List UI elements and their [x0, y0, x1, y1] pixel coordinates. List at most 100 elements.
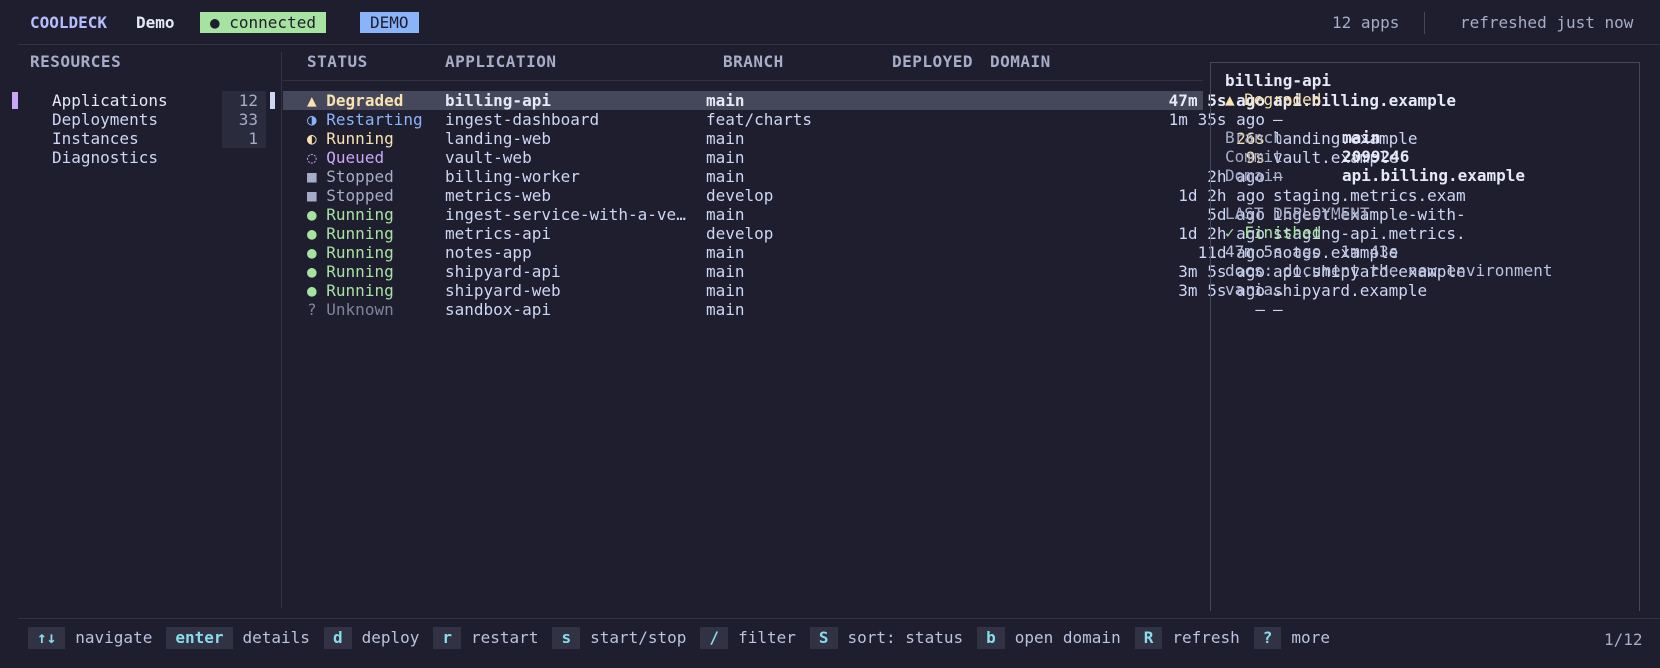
branch-value: main	[1342, 128, 1381, 147]
status-cell: ● Running	[307, 243, 447, 262]
column-deployed[interactable]: DEPLOYED	[892, 52, 973, 71]
application-name: vault-web	[445, 148, 532, 167]
sidebar-item-label: Diagnostics	[52, 148, 158, 167]
key-hint-key[interactable]: d	[323, 627, 352, 649]
sidebar-item-label: Applications	[52, 91, 168, 110]
domain-value[interactable]: api.billing.example	[1342, 166, 1525, 185]
detail-panel: billing-api ▲ Degraded Branch main Commi…	[1210, 62, 1640, 611]
status-label: Restarting	[326, 110, 423, 129]
application-name: shipyard-api	[445, 262, 561, 281]
last-deployment-header: LAST DEPLOYMENT	[1225, 204, 1370, 223]
commit-value: 2099246	[1342, 147, 1410, 166]
sidebar-header: RESOURCES	[30, 52, 122, 71]
sidebar-item-label: Instances	[52, 129, 139, 148]
sidebar-item-deployments[interactable]: Deployments 33	[0, 110, 266, 129]
table-row[interactable]: ◐ Running landing-web main 26s landing.examp…	[283, 129, 1418, 148]
refresh-status: refreshed just now	[1460, 13, 1634, 32]
key-hint-key[interactable]: S	[809, 627, 838, 649]
table-row[interactable]: ◑ Restarting ingest-dashboard feat/charts 1…	[283, 110, 1283, 129]
detail-title: billing-api	[1225, 71, 1331, 90]
deployed-time: 5d ago	[1207, 205, 1265, 224]
deployed-time: 3m 5s ago	[1178, 281, 1265, 300]
table-row[interactable]: ● Running metrics-api develop 1d 2h ago stag…	[283, 224, 1466, 243]
key-hint-description: details	[242, 628, 310, 647]
deployed-time: 3m 5s ago	[1178, 262, 1265, 281]
table-row[interactable]: ■ Stopped billing-worker main 2h ago –	[283, 167, 1283, 186]
detail-status: ▲ Degraded	[1225, 90, 1322, 109]
last-deployment-status: ✓ Finished	[1225, 223, 1322, 242]
status-label: Running	[326, 281, 394, 300]
key-hint-key[interactable]: r	[433, 627, 462, 649]
table-row[interactable]: ■ Stopped metrics-web develop 1d 2h ago stag…	[283, 186, 1466, 205]
top-divider	[18, 44, 1660, 45]
dot-icon: ●	[307, 224, 317, 243]
column-domain[interactable]: DOMAIN	[990, 52, 1051, 71]
status-cell: ? Unknown	[307, 300, 447, 319]
dotted-circle-icon: ◌	[307, 148, 317, 167]
key-hint-description: filter	[738, 628, 796, 647]
key-hint-description: navigate	[75, 628, 153, 647]
table-row[interactable]: ▲ Degraded billing-api main 47m 5s ago api.b…	[283, 91, 1456, 110]
status-cell: ● Running	[307, 224, 447, 243]
dot-icon: ●	[307, 262, 317, 281]
square-icon: ■	[307, 167, 317, 186]
sidebar-divider	[281, 52, 282, 608]
application-name: billing-worker	[445, 167, 580, 186]
status-label: Running	[326, 243, 394, 262]
sidebar-item-count: 33	[222, 110, 266, 129]
key-hint-key[interactable]: R	[1134, 627, 1163, 649]
application-name: ingest-service-with-a-ve…	[445, 205, 686, 224]
status-label: Running	[326, 205, 394, 224]
deployed-time: 26s	[1236, 129, 1265, 148]
key-hint-description: sort: status	[847, 628, 964, 647]
footer-divider	[18, 618, 1660, 619]
dot-icon: ●	[307, 281, 317, 300]
column-status[interactable]: STATUS	[307, 52, 368, 71]
key-hint-key[interactable]: ↑↓	[28, 627, 66, 649]
status-cell: ▲ Degraded	[307, 91, 447, 110]
sidebar-item-instances[interactable]: Instances 1	[0, 129, 266, 148]
key-hint-key[interactable]: /	[700, 627, 729, 649]
application-name: landing-web	[445, 129, 551, 148]
table-row[interactable]: ● Running shipyard-api main 3m 5s ago api.sh…	[283, 262, 1466, 281]
half-circle-icon: ◐	[307, 129, 317, 148]
column-application[interactable]: APPLICATION	[445, 52, 556, 71]
status-label: Unknown	[326, 300, 394, 319]
key-hint-key[interactable]: s	[552, 627, 581, 649]
status-label: Running	[326, 224, 394, 243]
key-hint-key[interactable]: ?	[1253, 627, 1282, 649]
commit-message-continued: varia…	[1225, 280, 1283, 299]
application-name: ingest-dashboard	[445, 110, 600, 129]
table-header-divider	[283, 80, 1203, 81]
sidebar-item-applications[interactable]: Applications 12	[0, 91, 266, 110]
table-row[interactable]: ◌ Queued vault-web main 9s vault.example	[283, 148, 1398, 167]
application-name: billing-api	[445, 91, 551, 110]
key-hint-key[interactable]: enter	[166, 627, 233, 649]
table-row[interactable]: ● Running notes-app main 11d ago notes.examp…	[283, 243, 1398, 262]
table-row[interactable]: ● Running shipyard-web main 3m 5s ago shipya…	[283, 281, 1427, 300]
status-cell: ◑ Restarting	[307, 110, 447, 129]
key-hint-description: more	[1291, 628, 1330, 647]
sidebar-item-diagnostics[interactable]: Diagnostics	[0, 148, 258, 167]
page-position: 1/12	[1604, 630, 1643, 649]
warning-triangle-icon: ▲	[307, 91, 317, 110]
sidebar-item-count: 12	[222, 91, 266, 110]
table-row[interactable]: ? Unknown sandbox-api main – –	[283, 300, 1283, 319]
deployed-time: 1d 2h ago	[1178, 186, 1265, 205]
dot-icon: ●	[307, 243, 317, 262]
app-count: 12 apps	[1332, 13, 1400, 32]
status-cell: ● Running	[307, 281, 447, 300]
application-name: shipyard-web	[445, 281, 561, 300]
sidebar-item-count: 1	[222, 129, 266, 148]
column-branch[interactable]: BRANCH	[723, 52, 784, 71]
top-bar: COOLDECK Demo ● connected DEMO 12 apps r…	[0, 0, 1660, 44]
key-hint-key[interactable]: b	[977, 627, 1005, 649]
workspace-name: Demo	[136, 13, 175, 32]
half-circle-icon: ◑	[307, 110, 317, 129]
status-label: Running	[326, 129, 394, 148]
table-row[interactable]: ● Running ingest-service-with-a-ve… main 5d…	[283, 205, 1466, 224]
row-selection-marker	[270, 92, 275, 109]
key-hint-description: restart	[471, 628, 539, 647]
status-cell: ■ Stopped	[307, 186, 447, 205]
mode-badge: DEMO	[360, 12, 419, 33]
